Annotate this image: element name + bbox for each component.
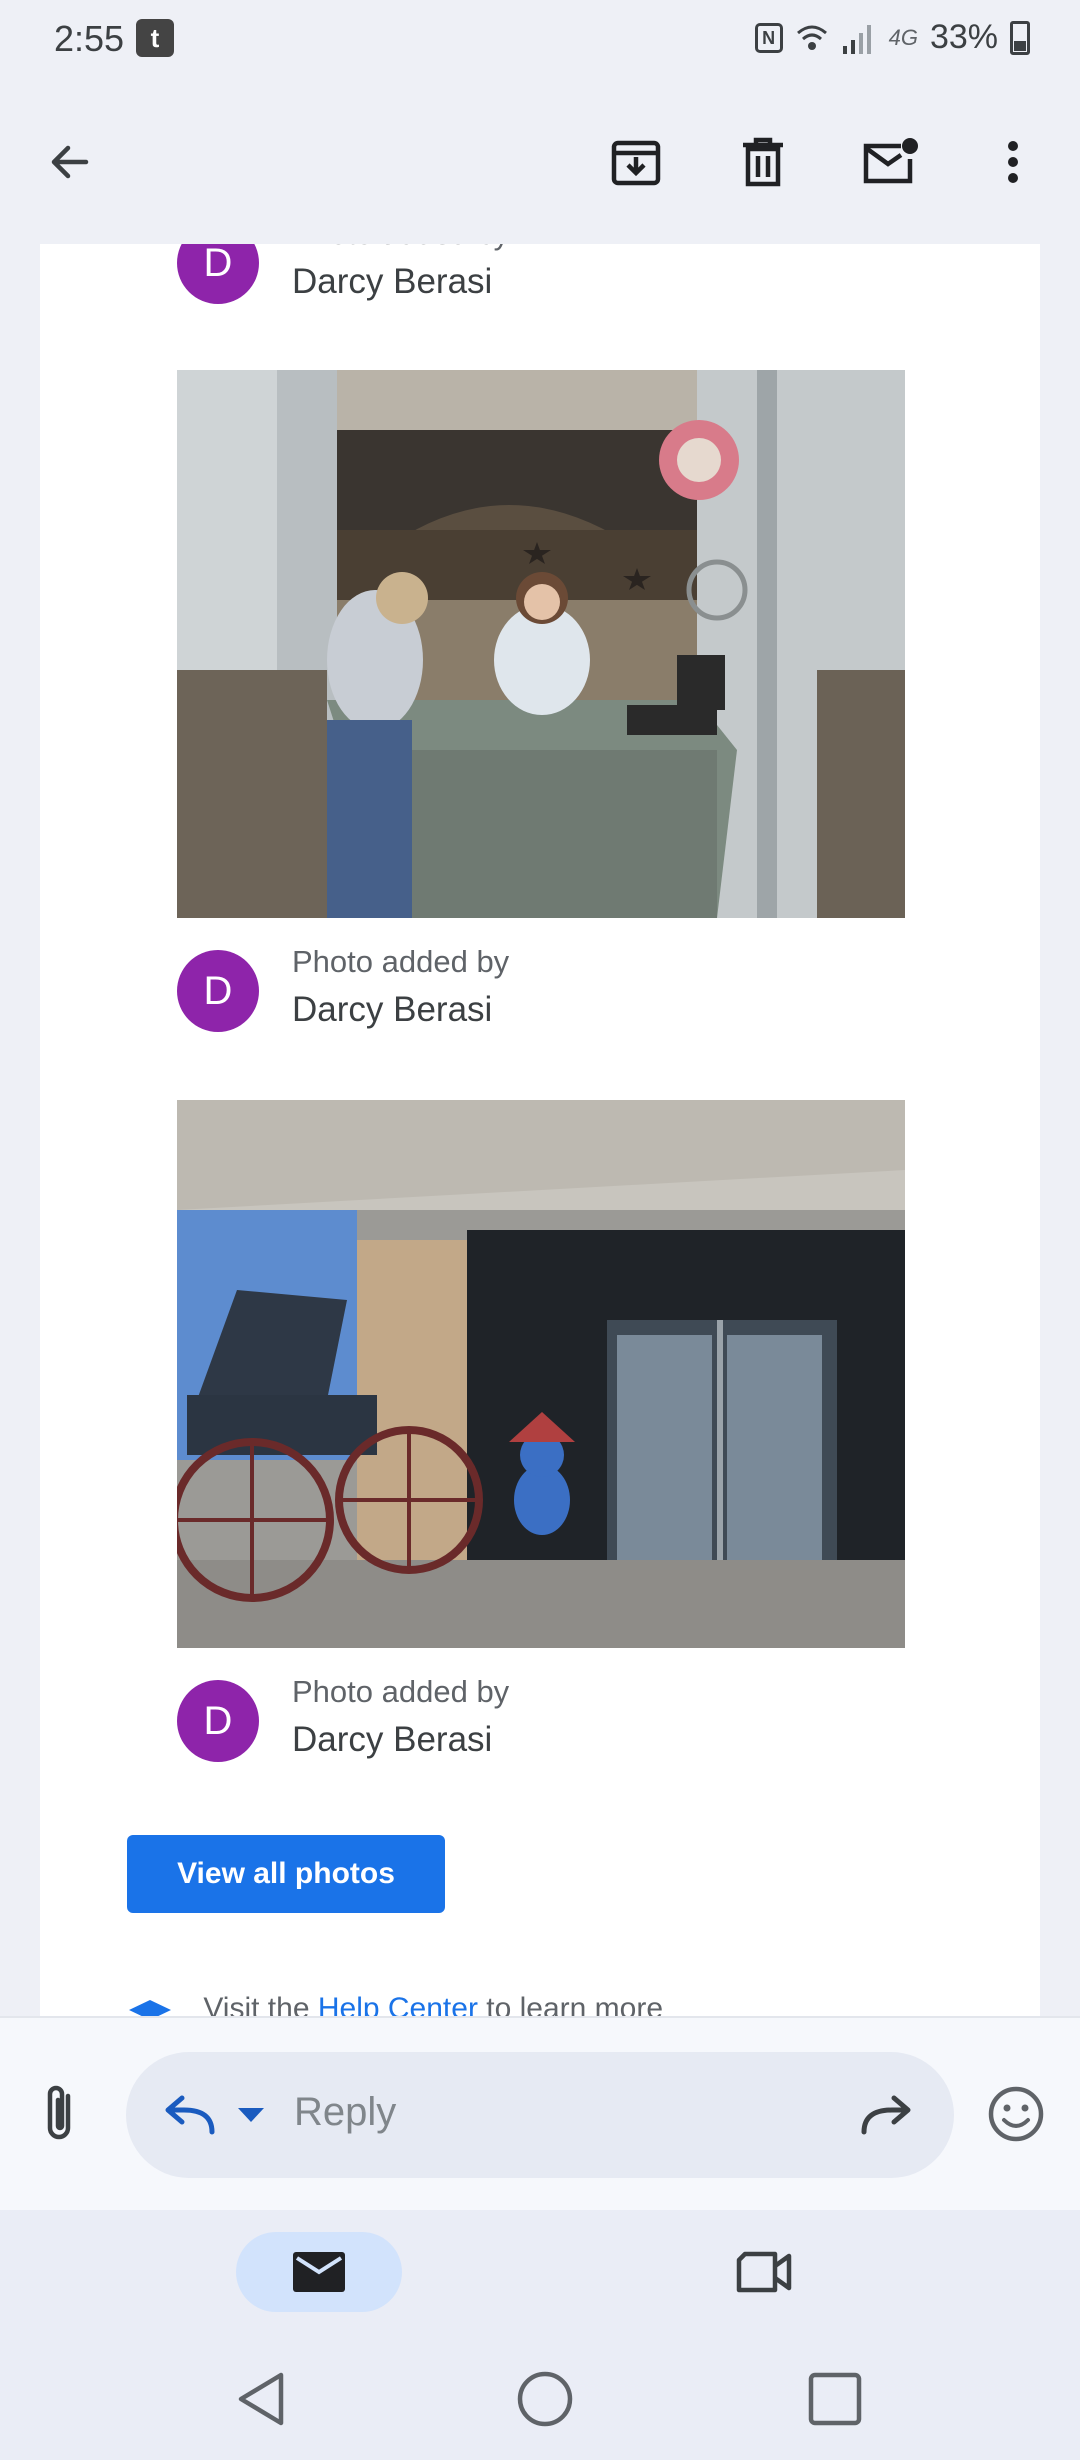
top-app-bar [0, 80, 1080, 244]
photo-author-name: Darcy Berasi [292, 1720, 493, 1759]
photo-author-row: D Photo added by Darcy Berasi [177, 1674, 777, 1764]
photo-caption: Photo added by [292, 1674, 510, 1709]
system-home-button[interactable] [510, 2364, 580, 2434]
photo-storefront-buggy[interactable] [177, 1100, 905, 1648]
avatar: D [177, 244, 259, 304]
photo-author-row: D Photo added by Darcy Berasi [177, 944, 777, 1034]
photo-caption: Photo added by [292, 944, 510, 979]
help-suffix: to learn more [477, 1992, 664, 2016]
triangle-back-icon [238, 2372, 284, 2426]
reply-input[interactable]: Reply [126, 2052, 954, 2178]
forward-icon[interactable] [858, 2092, 914, 2140]
video-camera-icon [736, 2251, 792, 2293]
back-arrow-icon [51, 145, 89, 179]
mark-unread-icon [863, 138, 918, 184]
delete-button[interactable] [723, 122, 803, 202]
network-type: 4G [888, 24, 918, 50]
help-center-link[interactable]: Help Center [318, 1992, 478, 2016]
square-recents-icon [808, 2372, 862, 2426]
photo-author-name: Darcy Berasi [292, 262, 493, 301]
bottom-navigation [0, 2210, 1080, 2334]
reply-options-caret-icon[interactable] [238, 2108, 264, 2122]
archive-icon [611, 140, 661, 186]
more-vert-icon [1008, 141, 1018, 183]
email-body: D Photo added by Darcy Berasi [40, 244, 1040, 2016]
wifi-icon [796, 25, 827, 50]
status-indicators: N 4G 33% [754, 18, 1030, 57]
system-recents-button[interactable] [800, 2364, 870, 2434]
emoji-button[interactable] [984, 2082, 1048, 2146]
battery-icon [1010, 20, 1030, 55]
system-navigation-bar [0, 2334, 1080, 2460]
school-icon [129, 2000, 171, 2016]
view-all-photos-button[interactable]: View all photos [127, 1835, 445, 1913]
attachment-icon [47, 2085, 71, 2140]
reply-bar: Reply [0, 2016, 1080, 2210]
archive-button[interactable] [596, 122, 676, 202]
avatar: D [177, 950, 259, 1032]
photo-author-row: D Photo added by Darcy Berasi [177, 244, 777, 306]
mail-icon [293, 2252, 345, 2292]
nav-meet-tab[interactable] [724, 2232, 804, 2312]
battery-percent: 33% [929, 18, 998, 56]
emoji-icon [988, 2086, 1044, 2142]
system-back-button[interactable] [226, 2364, 296, 2434]
signal-icon [842, 24, 871, 54]
more-options-button[interactable] [973, 122, 1053, 202]
status-bar: 2:55 t N 4G 33% [0, 0, 1080, 80]
attach-button[interactable] [28, 2082, 92, 2146]
reply-placeholder: Reply [294, 2090, 397, 2134]
tumblr-notification-icon: t [136, 19, 174, 57]
reply-icon [165, 2095, 215, 2135]
nav-mail-tab[interactable] [236, 2232, 402, 2312]
back-button[interactable] [30, 122, 110, 202]
nfc-icon: N [754, 22, 783, 53]
delete-icon [743, 137, 783, 187]
photo-author-name: Darcy Berasi [292, 990, 493, 1029]
status-time: 2:55 [54, 18, 125, 59]
circle-home-icon [517, 2371, 573, 2427]
mark-unread-button[interactable] [850, 122, 930, 202]
photo-cafe-counter[interactable] [177, 370, 905, 918]
photo-caption: Photo added by [292, 244, 509, 252]
avatar: D [177, 1680, 259, 1762]
help-center-text: Visit the Help Center to learn more [127, 1992, 663, 2016]
help-prefix: Visit the [203, 1992, 318, 2016]
